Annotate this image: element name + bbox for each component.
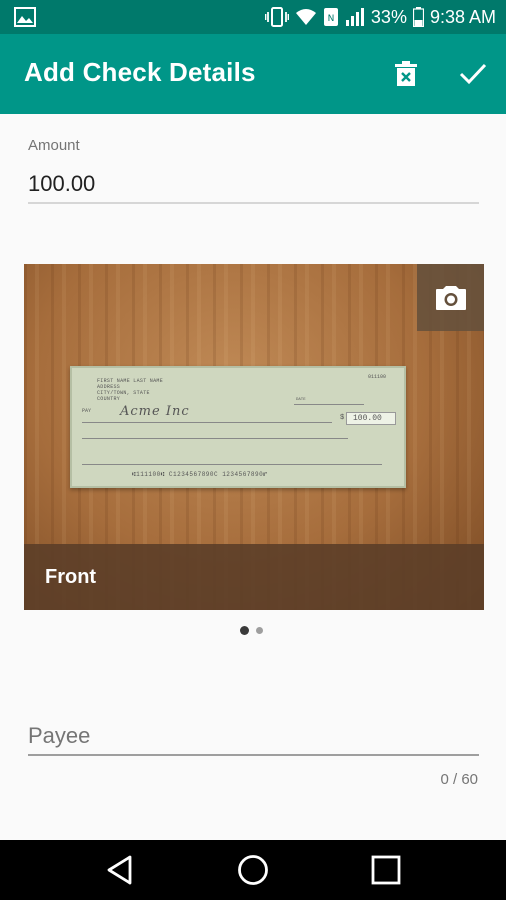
check-number: 011100 (367, 374, 386, 380)
battery-percent: 33% (370, 6, 407, 27)
amount-label: Amount (28, 137, 80, 154)
svg-text:N: N (328, 14, 335, 24)
wifi-icon (295, 9, 316, 25)
photo-side-label: Front (45, 566, 97, 588)
photo-caption-bar: Front (24, 544, 484, 610)
delete-icon (395, 61, 417, 86)
payee-input[interactable] (28, 718, 479, 756)
home-button[interactable] (233, 850, 273, 890)
check-date-label: DATE (296, 398, 306, 402)
check-amount-box: 100.00 (346, 412, 396, 425)
amount-input[interactable] (28, 166, 479, 204)
check-dollar-sign: $ (340, 414, 345, 422)
check-owner-line: COUNTRY (97, 396, 121, 402)
status-bar: N 33% 9:38 AM (0, 0, 506, 34)
check-icon (459, 63, 487, 85)
confirm-button[interactable] (452, 54, 494, 94)
check-payee-line (82, 422, 332, 423)
check-handwritten-payee: Acme Inc (120, 404, 190, 419)
camera-icon (435, 285, 466, 310)
app-bar: Add Check Details (0, 34, 506, 114)
check-words-line (82, 438, 348, 439)
delete-button[interactable] (388, 54, 424, 94)
recents-icon (371, 855, 401, 885)
battery-icon (412, 7, 424, 27)
payee-char-counter: 0 / 60 (440, 771, 478, 788)
signal-icon (345, 8, 364, 26)
check-micr-line: ⑆111100⑆ C1234567890C 1234567890⑈ (132, 471, 268, 478)
photo-pager (240, 626, 263, 635)
vibrate-icon (264, 7, 289, 27)
check-photo-card[interactable]: FIRST NAME LAST NAME ADDRESS CITY/TOWN, … (24, 264, 484, 610)
pager-dot[interactable] (256, 627, 263, 634)
page-title: Add Check Details (24, 57, 256, 87)
back-button[interactable] (100, 850, 140, 890)
home-icon (238, 855, 268, 885)
clock: 9:38 AM (429, 6, 496, 27)
check-owner-block: FIRST NAME LAST NAME ADDRESS CITY/TOWN, … (97, 378, 163, 402)
system-nav-bar (0, 840, 506, 900)
check-pay-label: PAY (82, 408, 92, 414)
gallery-icon (14, 7, 36, 27)
camera-button[interactable] (417, 264, 484, 331)
recents-button[interactable] (366, 850, 406, 890)
pager-dot-active[interactable] (240, 626, 249, 635)
check-memo-line (82, 464, 382, 465)
check-date-line (294, 404, 364, 405)
back-icon (107, 855, 132, 885)
check-image: FIRST NAME LAST NAME ADDRESS CITY/TOWN, … (70, 366, 406, 488)
nfc-icon: N (323, 8, 338, 26)
